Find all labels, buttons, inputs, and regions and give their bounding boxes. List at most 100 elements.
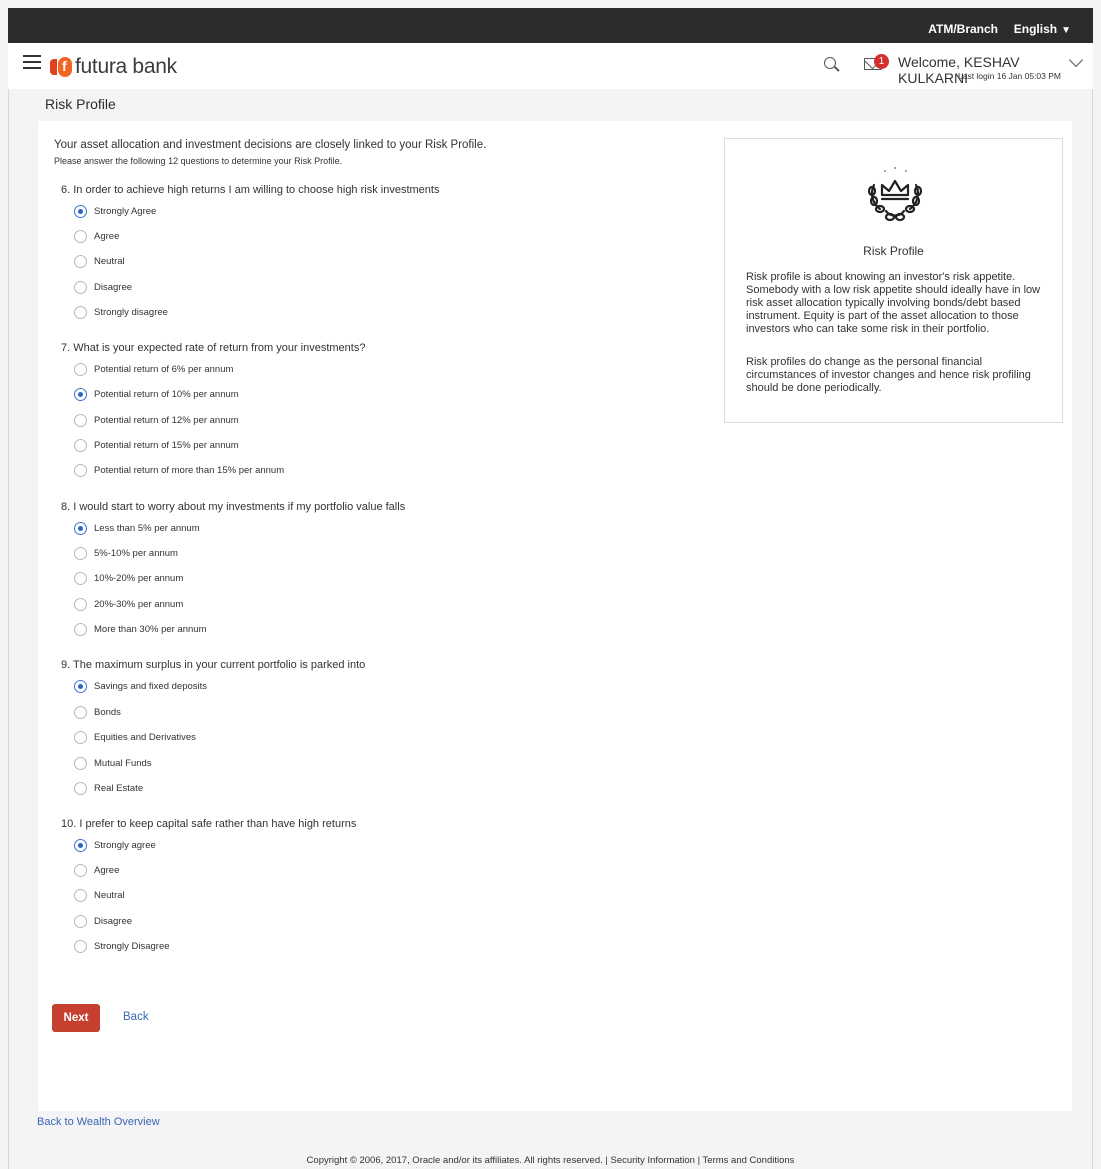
- welcome-text[interactable]: Welcome, KESHAV KULKARNI: [898, 54, 1093, 86]
- option-label: Agree: [94, 864, 120, 876]
- radio-button[interactable]: [74, 781, 87, 795]
- radio-button[interactable]: [74, 521, 87, 535]
- language-selector[interactable]: English ▼: [1014, 22, 1071, 36]
- radio-option[interactable]: Mutual Funds: [74, 756, 152, 770]
- search-icon[interactable]: [824, 57, 840, 73]
- page-title: Risk Profile: [45, 96, 116, 112]
- radio-button[interactable]: [74, 939, 87, 953]
- radio-option[interactable]: Neutral: [74, 254, 125, 268]
- radio-button[interactable]: [74, 546, 87, 560]
- last-login-text: Last login 16 Jan 05:03 PM: [957, 71, 1061, 81]
- radio-option[interactable]: Potential return of 10% per annum: [74, 387, 239, 401]
- radio-button[interactable]: [74, 438, 87, 452]
- option-label: Potential return of 12% per annum: [94, 414, 239, 426]
- question-9: 9. The maximum surplus in your current p…: [61, 659, 366, 671]
- radio-option[interactable]: Agree: [74, 229, 119, 243]
- radio-button[interactable]: [74, 756, 87, 770]
- radio-button[interactable]: [74, 679, 87, 693]
- option-label: Potential return of 15% per annum: [94, 439, 239, 451]
- option-label: Strongly disagree: [94, 306, 168, 318]
- radio-button[interactable]: [74, 888, 87, 902]
- option-label: Neutral: [94, 889, 125, 901]
- radio-option[interactable]: Potential return of 15% per annum: [74, 438, 239, 452]
- option-label: Equities and Derivatives: [94, 731, 196, 743]
- crown-laurel-icon: [867, 167, 923, 222]
- radio-option[interactable]: Savings and fixed deposits: [74, 679, 207, 693]
- radio-button[interactable]: [74, 838, 87, 852]
- radio-button[interactable]: [74, 571, 87, 585]
- radio-button[interactable]: [74, 730, 87, 744]
- option-label: Strongly Agree: [94, 205, 157, 217]
- radio-button[interactable]: [74, 413, 87, 427]
- radio-option[interactable]: Less than 5% per annum: [74, 521, 200, 535]
- futura-logo-icon: [50, 57, 72, 77]
- radio-button[interactable]: [74, 705, 87, 719]
- radio-option[interactable]: Disagree: [74, 914, 132, 928]
- option-label: Disagree: [94, 281, 133, 293]
- radio-button[interactable]: [74, 254, 87, 268]
- radio-option[interactable]: Real Estate: [74, 781, 143, 795]
- radio-option[interactable]: 10%-20% per annum: [74, 571, 183, 585]
- radio-option[interactable]: Potential return of 6% per annum: [74, 362, 233, 376]
- radio-button[interactable]: [74, 463, 87, 477]
- footer: Copyright © 2006, 2017, Oracle and/or it…: [306, 1155, 795, 1166]
- radio-option[interactable]: Potential return of more than 15% per an…: [74, 463, 284, 477]
- option-label: Agree: [94, 230, 120, 242]
- panel-title: Risk Profile: [863, 244, 924, 258]
- question-6: 6. In order to achieve high returns I am…: [61, 184, 440, 196]
- radio-option[interactable]: Disagree: [74, 280, 132, 294]
- back-link[interactable]: Back: [123, 1011, 149, 1023]
- option-label: Neutral: [94, 255, 125, 267]
- radio-option[interactable]: Strongly agree: [74, 838, 156, 852]
- radio-option[interactable]: Agree: [74, 863, 119, 877]
- option-label: Real Estate: [94, 782, 144, 794]
- option-label: More than 30% per annum: [94, 623, 207, 635]
- option-label: Disagree: [94, 915, 133, 927]
- option-label: Strongly agree: [94, 839, 156, 851]
- radio-button[interactable]: [74, 362, 87, 376]
- top-bar: ATM/Branch English ▼: [8, 8, 1093, 43]
- intro-subtext: Please answer the following 12 questions…: [54, 156, 343, 166]
- radio-option[interactable]: Strongly Agree: [74, 204, 156, 218]
- radio-option[interactable]: 5%-10% per annum: [74, 546, 178, 560]
- radio-option[interactable]: Equities and Derivatives: [74, 730, 196, 744]
- radio-option[interactable]: Bonds: [74, 705, 121, 719]
- radio-button[interactable]: [74, 229, 87, 243]
- bank-logo[interactable]: futura bank: [50, 55, 177, 79]
- radio-button[interactable]: [74, 622, 87, 636]
- radio-button[interactable]: [74, 387, 87, 401]
- radio-button[interactable]: [74, 914, 87, 928]
- radio-button[interactable]: [74, 305, 87, 319]
- radio-button[interactable]: [74, 863, 87, 877]
- logo-text: futura bank: [75, 55, 177, 78]
- risk-profile-info-panel: Risk Profile Risk profile is about knowi…: [724, 138, 1063, 423]
- radio-button[interactable]: [74, 280, 87, 294]
- option-label: Potential return of 6% per annum: [94, 363, 234, 375]
- notification-badge: 1: [874, 54, 889, 69]
- radio-option[interactable]: Neutral: [74, 888, 125, 902]
- app-header: futura bank 1 Welcome, KESHAV KULKARNI L…: [8, 43, 1093, 89]
- panel-paragraph: Risk profiles do change as the personal …: [746, 356, 1031, 394]
- hamburger-menu-icon[interactable]: [23, 55, 41, 69]
- question-7: 7. What is your expected rate of return …: [61, 342, 366, 354]
- panel-paragraph: Risk profile is about knowing an investo…: [746, 271, 1041, 335]
- option-label: Potential return of 10% per annum: [94, 388, 239, 400]
- radio-option[interactable]: Strongly disagree: [74, 305, 168, 319]
- radio-option[interactable]: Strongly Disagree: [74, 939, 170, 953]
- option-label: Bonds: [94, 706, 121, 718]
- question-8: 8. I would start to worry about my inves…: [61, 501, 406, 513]
- option-label: Less than 5% per annum: [94, 522, 200, 534]
- radio-option[interactable]: 20%-30% per annum: [74, 597, 183, 611]
- option-label: Savings and fixed deposits: [94, 680, 208, 692]
- next-button[interactable]: Next: [52, 1004, 100, 1032]
- option-label: Potential return of more than 15% per an…: [94, 464, 285, 476]
- option-label: Mutual Funds: [94, 757, 152, 769]
- atm-branch-link[interactable]: ATM/Branch: [928, 22, 998, 36]
- radio-button[interactable]: [74, 204, 87, 218]
- question-10: 10. I prefer to keep capital safe rather…: [61, 818, 357, 830]
- option-label: 10%-20% per annum: [94, 572, 184, 584]
- radio-button[interactable]: [74, 597, 87, 611]
- radio-option[interactable]: More than 30% per annum: [74, 622, 206, 636]
- back-to-wealth-overview-link[interactable]: Back to Wealth Overview: [37, 1116, 160, 1128]
- radio-option[interactable]: Potential return of 12% per annum: [74, 413, 239, 427]
